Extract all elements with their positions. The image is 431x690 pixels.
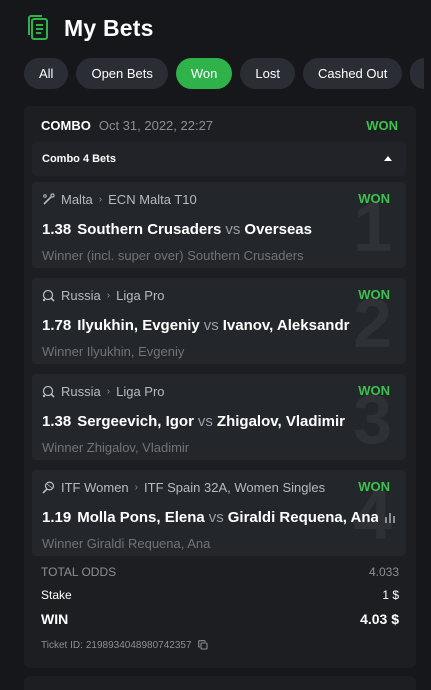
bet-status-badge: WON (366, 117, 398, 133)
page-title: My Bets (64, 14, 154, 41)
bet-type: COMBO (41, 117, 91, 133)
leg-home-team: Molla Pons, Elena (77, 509, 205, 526)
chevron-right-icon: › (106, 289, 111, 301)
win-label: WIN (41, 611, 69, 627)
win-value: 4.03 $ (360, 611, 399, 627)
stake-label: Stake (41, 588, 72, 602)
chevron-up-icon (384, 156, 392, 161)
leg-league: Liga Pro (116, 287, 165, 303)
leg-home-team: Ilyukhin, Evgeniy (77, 317, 200, 334)
leg-selection: Winner Giraldi Requena, Ana (42, 536, 211, 551)
leg-match: 1.38 Sergeevich, Igor vs Zhigalov, Vladimir (42, 413, 392, 430)
bet-filter-tabs: All Open Bets Won Lost Cashed Out (24, 58, 425, 89)
leg-odds: 1.78 (42, 317, 72, 334)
leg-match: 1.38 Southern Crusaders vs Overseas (42, 221, 392, 238)
combo-title: Combo 4 Bets (42, 153, 116, 165)
leg-vs: vs (208, 509, 224, 526)
leg-vs: vs (203, 317, 219, 334)
total-odds-value: 4.033 (368, 565, 399, 579)
leg-odds: 1.38 (42, 221, 72, 238)
leg-country: ITF Women (61, 479, 129, 495)
bets-list-icon (28, 15, 48, 40)
tab-lost[interactable]: Lost (240, 58, 295, 89)
total-odds-label: TOTAL ODDS (41, 565, 117, 579)
stake-row: Stake 1 $ (41, 587, 399, 603)
leg-home-team: Sergeevich, Igor (77, 413, 194, 430)
bet-card: COMBO Oct 31, 2022, 22:27 WON Combo 4 Be… (24, 106, 416, 668)
tab-won[interactable]: Won (175, 58, 233, 89)
stake-value: 1 $ (382, 588, 399, 602)
bet-summary-row: COMBO Oct 31, 2022, 22:27 WON (41, 116, 398, 134)
win-row: WIN 4.03 $ (41, 611, 399, 627)
tab-all[interactable]: All (24, 58, 69, 89)
leg-selection: Winner (incl. super over) Southern Crusa… (42, 248, 304, 263)
leg-selection: Winner Zhigalov, Vladimir (42, 440, 190, 455)
tab-overflow[interactable] (410, 58, 425, 89)
leg-away-team: Overseas (244, 221, 312, 238)
tab-cashed-out[interactable]: Cashed Out (302, 58, 403, 89)
total-odds-row: TOTAL ODDS 4.033 (41, 564, 399, 580)
ticket-id: 2198934048980742357 (85, 639, 192, 651)
leg-league: ECN Malta T10 (108, 191, 197, 207)
leg-selection: Winner Ilyukhin, Evgeniy (42, 344, 185, 359)
leg-home-team: Southern Crusaders (77, 221, 222, 238)
table-tennis-icon (42, 385, 55, 398)
tennis-icon (42, 481, 55, 494)
chevron-right-icon: › (134, 481, 139, 493)
leg-status: WON (358, 479, 390, 494)
leg-country: Russia (61, 383, 101, 399)
page-header: My Bets (26, 12, 154, 44)
bet-leg[interactable]: 3 Russia › Liga Pro WON 1.38 Sergeevich, … (32, 374, 406, 460)
leg-away-team: Ivanov, Aleksandr (222, 317, 350, 334)
bet-date: Oct 31, 2022, 22:27 (98, 117, 214, 133)
leg-match: 1.78 Ilyukhin, Evgeniy vs Ivanov, Aleksandr (42, 317, 392, 334)
next-bet-card (24, 676, 416, 690)
leg-vs: vs (225, 221, 241, 238)
leg-country: Russia (61, 287, 101, 303)
leg-country: Malta (61, 191, 93, 207)
chevron-right-icon: › (98, 193, 103, 205)
leg-vs: vs (197, 413, 213, 430)
copy-icon[interactable] (197, 640, 208, 650)
ticket-label: Ticket ID: (41, 639, 83, 651)
bet-leg[interactable]: 1 Malta › ECN Malta T10 WON 1.38 Southern… (32, 182, 406, 268)
stats-icon[interactable] (384, 513, 396, 523)
table-tennis-icon (42, 289, 55, 302)
leg-status: WON (358, 191, 390, 206)
leg-league: ITF Spain 32A, Women Singles (144, 479, 326, 495)
leg-odds: 1.19 (42, 509, 72, 526)
leg-status: WON (358, 383, 390, 398)
leg-status: WON (358, 287, 390, 302)
cricket-icon (43, 192, 55, 205)
bet-leg[interactable]: 4 ITF Women › ITF Spain 32A, Women Singl… (32, 470, 406, 556)
tab-open-bets[interactable]: Open Bets (76, 58, 168, 89)
combo-toggle[interactable]: Combo 4 Bets (32, 142, 406, 176)
chevron-right-icon: › (106, 385, 111, 397)
ticket-row: Ticket ID: 2198934048980742357 (41, 637, 399, 653)
leg-away-team: Zhigalov, Vladimir (216, 413, 346, 430)
leg-odds: 1.38 (42, 413, 72, 430)
leg-league: Liga Pro (116, 383, 165, 399)
leg-match: 1.19 Molla Pons, Elena vs Giraldi Requena, … (42, 509, 378, 526)
leg-away-team: Giraldi Requena, Ana (227, 509, 378, 526)
bet-leg[interactable]: 2 Russia › Liga Pro WON 1.78 Ilyukhin, Ev… (32, 278, 406, 364)
